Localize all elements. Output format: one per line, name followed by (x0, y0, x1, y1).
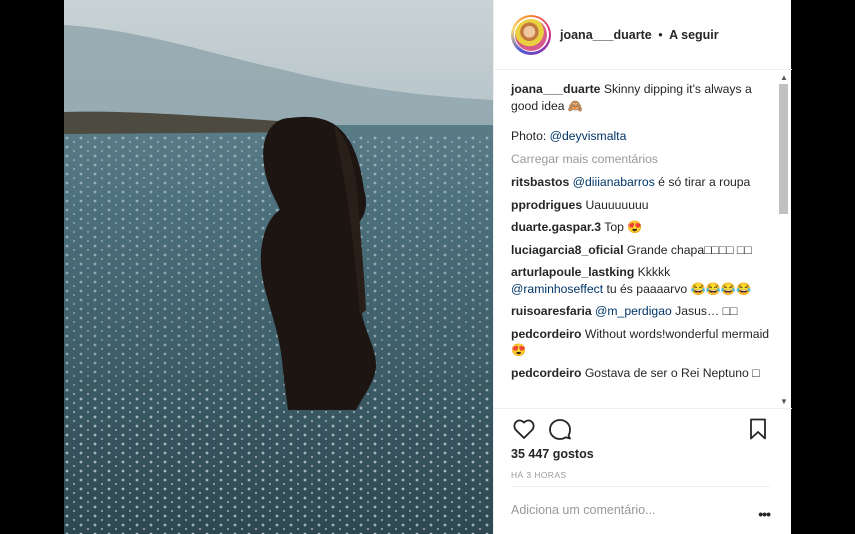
post-timestamp: HÁ 3 HORAS (511, 470, 567, 480)
caption-username[interactable]: joana___duarte (511, 82, 600, 96)
comment-text: Gostava de ser o Rei Neptuno □ (584, 365, 760, 380)
add-comment-bar: Adiciona um comentário... ••• (494, 486, 792, 534)
comment-username[interactable]: ruisoaresfaria (511, 304, 592, 318)
avatar[interactable] (511, 14, 551, 55)
comment-text: Jasus… □□ (671, 304, 738, 318)
comment-text: tu és paaaarvo 😂😂😂😂 (603, 281, 752, 296)
scrollbar-thumb[interactable] (779, 84, 788, 214)
comment-username[interactable]: duarte.gaspar.3 (511, 220, 601, 234)
comment-text: Kkkkk (637, 265, 671, 279)
bookmark-icon[interactable] (746, 417, 770, 441)
scroll-up-arrow-icon[interactable]: ▲ (780, 74, 788, 82)
comment-item: ritsbastos @diiianabarros é só tirar a r… (511, 174, 770, 191)
avatar-image (515, 18, 547, 51)
post-sidebar: joana___duarte • A seguir joana___duarte… (493, 0, 792, 534)
photo-credit: Photo: @deyvismalta (511, 128, 770, 145)
scroll-down-arrow-icon[interactable]: ▼ (780, 398, 788, 406)
post-modal: joana___duarte • A seguir joana___duarte… (64, 0, 792, 534)
comment-username[interactable]: pprodrigues (511, 198, 582, 212)
follow-status-button[interactable]: A seguir (669, 28, 719, 42)
comment-item: ruisoaresfaria @m_perdigao Jasus… □□ (511, 303, 770, 320)
caption: joana___duarte Skinny dipping it's alway… (511, 81, 770, 114)
comment-username[interactable]: arturlapoule_lastking (511, 265, 634, 279)
comment-item: arturlapoule_lastking Kkkkk @raminhoseff… (511, 264, 770, 297)
comments-list[interactable]: joana___duarte Skinny dipping it's alway… (494, 70, 792, 408)
comment-username[interactable]: pedcordeiro (511, 327, 581, 341)
comment-username[interactable]: pedcordeiro (511, 366, 581, 380)
header-username[interactable]: joana___duarte (560, 28, 652, 42)
photo-credit-mention[interactable]: @deyvismalta (550, 129, 627, 143)
photo-image (64, 0, 493, 534)
more-options-icon[interactable]: ••• (758, 506, 771, 522)
comments-content: joana___duarte Skinny dipping it's alway… (494, 70, 792, 381)
post-photo[interactable] (64, 0, 493, 534)
comment-text: Uauuuuuuu (585, 197, 649, 212)
comment-mention[interactable]: @m_perdigao (595, 304, 672, 318)
photo-credit-label: Photo: (511, 129, 550, 143)
comment-item: luciagarcia8_oficial Grande chapa□□□□ □□ (511, 242, 770, 259)
comments-scrollbar[interactable]: ▲ ▼ (778, 72, 789, 408)
comment-username[interactable]: luciagarcia8_oficial (511, 243, 623, 257)
header-separator: • (658, 27, 663, 42)
comment-text: Top 😍 (604, 220, 643, 234)
comment-item: duarte.gaspar.3 Top 😍 (511, 219, 770, 236)
load-more-comments-link[interactable]: Carregar mais comentários (511, 151, 770, 168)
comment-text: é só tirar a roupa (654, 175, 751, 189)
comment-item: pedcordeiro Gostava de ser o Rei Neptuno… (511, 365, 770, 382)
divider (511, 486, 770, 487)
avatar-frame (513, 17, 549, 52)
comment-item: pprodrigues Uauuuuuuu (511, 197, 770, 214)
post-header: joana___duarte • A seguir (494, 0, 792, 70)
comment-mention[interactable]: @raminhoseffect (511, 282, 603, 296)
add-comment-input[interactable]: Adiciona um comentário... (511, 503, 656, 517)
comment-item: pedcordeiro Without words!wonderful merm… (511, 326, 770, 359)
comment-mention[interactable]: @diiianabarros (573, 175, 655, 189)
action-bar (494, 408, 792, 448)
comment-text: Grande chapa□□□□ □□ (626, 242, 752, 257)
comment-username[interactable]: ritsbastos (511, 175, 569, 189)
likes-count[interactable]: 35 447 gostos (511, 447, 594, 461)
comment-icon[interactable] (548, 417, 572, 441)
header-text: joana___duarte • A seguir (560, 28, 719, 42)
heart-icon[interactable] (512, 417, 536, 441)
